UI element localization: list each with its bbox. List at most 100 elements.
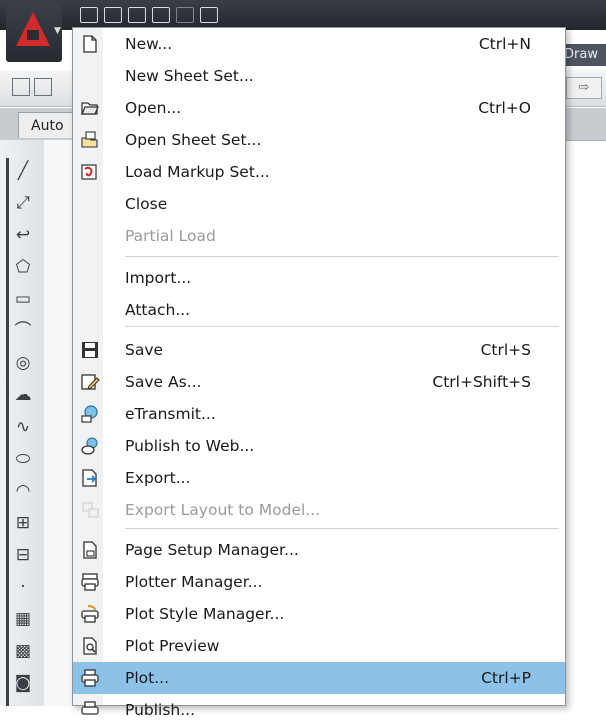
menu-item-etransmit[interactable]: eTransmit... (73, 398, 565, 430)
line-icon[interactable]: ╱ (12, 160, 34, 182)
printer-icon (79, 667, 101, 689)
save-as-icon (79, 371, 101, 393)
open-sheet-set-icon (79, 129, 101, 151)
new-icon[interactable] (80, 7, 98, 23)
save-icon[interactable] (128, 7, 146, 23)
floppy-disk-icon (79, 339, 101, 361)
menu-item-label: Plot... (125, 669, 169, 687)
export-icon (79, 467, 101, 489)
menu-item-plot-style-manager[interactable]: Plot Style Manager... (73, 598, 565, 630)
polyline-icon[interactable]: ↩ (12, 224, 34, 246)
menu-item-label: Plot Preview (125, 637, 220, 655)
plot-icon[interactable] (200, 7, 218, 23)
ellipse-icon[interactable]: ⬭ (12, 448, 34, 470)
hatch-icon[interactable]: ▦ (12, 608, 34, 630)
menu-item-label: Save (125, 341, 164, 359)
spline-icon[interactable]: ∿ (12, 416, 34, 438)
menu-item-publish-to-web[interactable]: Publish to Web... (73, 430, 565, 462)
menu-item-attach[interactable]: Attach... (73, 294, 565, 326)
menu-separator (125, 326, 559, 327)
menu-item-export-layout-to-model: Export Layout to Model... (73, 494, 565, 526)
menu-item-label: Export... (125, 469, 191, 487)
new-document-icon (79, 33, 101, 55)
menu-item-label: Publish... (125, 701, 196, 719)
menu-item-label: Open... (125, 99, 182, 117)
menu-item-label: Publish to Web... (125, 437, 255, 455)
circle-icon[interactable]: ◎ (12, 352, 34, 374)
menu-item-shortcut: Ctrl+S (480, 341, 531, 359)
menu-item-save-as[interactable]: Save As... Ctrl+Shift+S (73, 366, 565, 398)
autocad-logo-icon (16, 12, 50, 46)
application-menu: New... Ctrl+N New Sheet Set... Open... Ctrl+… (72, 27, 566, 719)
open-icon[interactable] (104, 7, 122, 23)
menu-item-label: Close (125, 195, 168, 213)
ellipse-arc-icon[interactable]: ◠ (12, 480, 34, 502)
menu-item-partial-load: Partial Load (73, 220, 565, 252)
menu-item-shortcut: Ctrl+O (478, 99, 531, 117)
revision-cloud-icon[interactable]: ☁ (12, 384, 34, 406)
rectangle-icon[interactable]: ▭ (12, 288, 34, 310)
document-tab[interactable]: Auto (18, 112, 74, 138)
polygon-icon[interactable]: ⬠ (12, 256, 34, 278)
gradient-icon[interactable]: ▩ (12, 640, 34, 662)
menu-item-open-sheet-set[interactable]: Open Sheet Set... (73, 124, 565, 156)
redo-icon[interactable] (176, 7, 194, 23)
construction-line-icon[interactable]: ⤢ (12, 192, 34, 214)
menu-item-label: Partial Load (125, 227, 216, 245)
undo-icon[interactable] (152, 7, 170, 23)
menu-item-label: Plot Style Manager... (125, 605, 285, 623)
menu-item-close[interactable]: Close (73, 188, 565, 220)
menu-separator (125, 256, 559, 257)
quick-access-toolbar (80, 4, 218, 26)
application-menu-button[interactable]: ▼ (6, 4, 62, 62)
make-block-icon[interactable]: ⊟ (12, 544, 34, 566)
menu-item-label: Load Markup Set... (125, 163, 270, 181)
menu-item-label: Open Sheet Set... (125, 131, 262, 149)
markup-set-icon (79, 161, 101, 183)
menu-item-label: New Sheet Set... (125, 67, 254, 85)
plotter-icon (79, 571, 101, 593)
menu-item-export[interactable]: Export... (73, 462, 565, 494)
menu-item-new[interactable]: New... Ctrl+N (73, 28, 565, 60)
menu-item-import[interactable]: Import... (73, 262, 565, 294)
menu-item-plot[interactable]: Plot... Ctrl+P (73, 662, 565, 694)
menu-item-plot-preview[interactable]: Plot Preview (73, 630, 565, 662)
menu-item-shortcut: Ctrl+P (481, 669, 531, 687)
publish-web-icon (79, 435, 101, 457)
draw-tab[interactable]: Draw (560, 44, 606, 66)
menu-item-load-markup-set[interactable]: Load Markup Set... (73, 156, 565, 188)
menu-item-label: Export Layout to Model... (125, 501, 321, 519)
menu-item-shortcut: Ctrl+N (478, 35, 531, 53)
menu-item-page-setup-manager[interactable]: Page Setup Manager... (73, 534, 565, 566)
menu-item-publish[interactable]: Publish... (73, 694, 565, 726)
new-icon[interactable] (12, 78, 30, 96)
menu-item-save[interactable]: Save Ctrl+S (73, 334, 565, 366)
menu-item-label: Import... (125, 269, 192, 287)
insert-block-icon[interactable]: ⊞ (12, 512, 34, 534)
menu-item-label: Page Setup Manager... (125, 541, 299, 559)
draw-tool-palette: ╱ ⤢ ↩ ⬠ ▭ ⌒ ◎ ☁ ∿ ⬭ ◠ ⊞ ⊟ · ▦ ▩ ◙ (0, 140, 45, 706)
menu-item-label: eTransmit... (125, 405, 216, 423)
arc-icon[interactable]: ⌒ (12, 320, 34, 342)
palette-grip (6, 158, 9, 706)
menu-item-shortcut: Ctrl+Shift+S (432, 373, 531, 391)
plot-style-icon (79, 603, 101, 625)
menu-separator (125, 528, 559, 529)
menu-item-open[interactable]: Open... Ctrl+O (73, 92, 565, 124)
export-layout-icon (79, 499, 101, 521)
menu-item-label: Plotter Manager... (125, 573, 263, 591)
point-icon[interactable]: · (12, 576, 34, 598)
redo-icon[interactable]: ⇨ (566, 77, 602, 99)
menu-item-label: Save As... (125, 373, 202, 391)
plot-preview-icon (79, 635, 101, 657)
menu-item-plotter-manager[interactable]: Plotter Manager... (73, 566, 565, 598)
region-icon[interactable]: ◙ (12, 672, 34, 694)
page-setup-icon (79, 539, 101, 561)
publish-icon (79, 699, 101, 721)
menu-item-new-sheet-set[interactable]: New Sheet Set... (73, 60, 565, 92)
menu-item-label: Attach... (125, 301, 191, 319)
logo-cutout (27, 30, 39, 40)
open-folder-icon (79, 97, 101, 119)
open-icon[interactable] (34, 78, 52, 96)
etransmit-icon (79, 403, 101, 425)
